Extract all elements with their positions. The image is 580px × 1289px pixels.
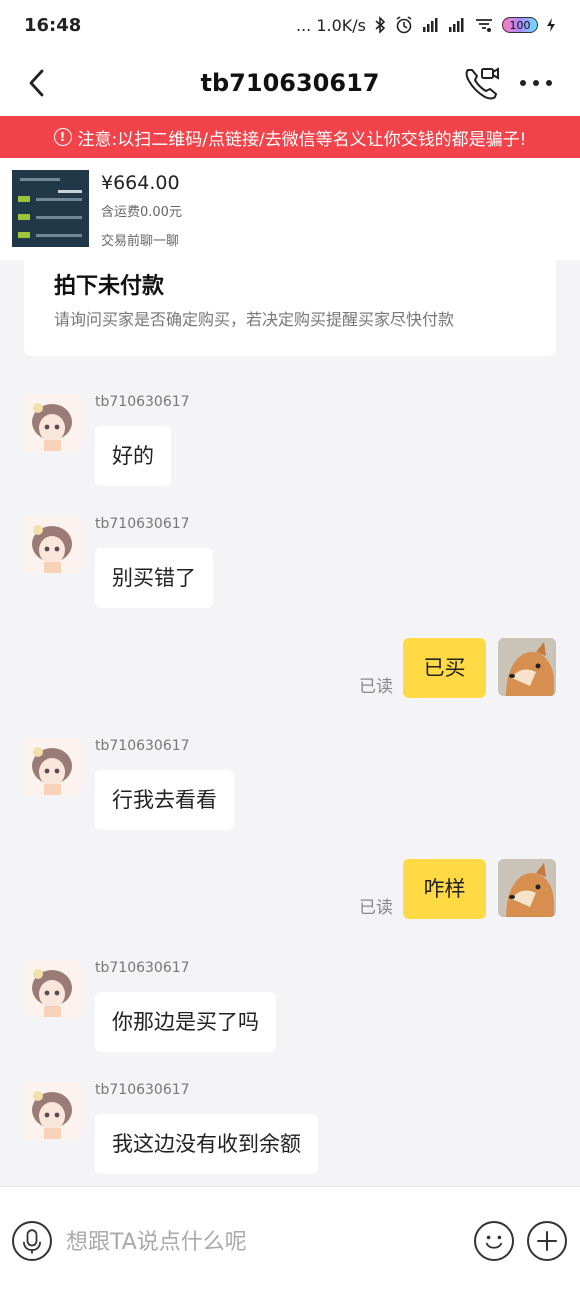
message-input[interactable] bbox=[66, 1225, 456, 1259]
partner-avatar[interactable] bbox=[24, 516, 81, 573]
message-bubble[interactable]: 好的 bbox=[95, 426, 171, 486]
nav-bar: tb710630617 bbox=[0, 50, 580, 116]
battery-icon: 100 bbox=[502, 17, 538, 33]
status-bar: 16:48 ... 1.0K/s 100 bbox=[0, 0, 580, 50]
product-price: ¥664.00 bbox=[101, 172, 180, 194]
wifi-icon bbox=[476, 19, 492, 32]
chat-area[interactable]: 拍下未付款 请询问买家是否确定购买，若决定购买提醒买家尽快付款 tb710630… bbox=[0, 260, 580, 1186]
partner-avatar[interactable] bbox=[24, 960, 81, 1017]
more-icon[interactable] bbox=[518, 68, 554, 98]
sender-name: tb710630617 bbox=[95, 1082, 190, 1098]
product-thumbnail[interactable] bbox=[12, 170, 89, 247]
input-bar bbox=[0, 1186, 580, 1289]
notice-title: 拍下未付款 bbox=[54, 274, 165, 299]
read-status: 已读 bbox=[359, 898, 393, 918]
product-chat-hint: 交易前聊一聊 bbox=[101, 234, 180, 249]
partner-avatar[interactable] bbox=[24, 738, 81, 795]
status-icons: ... 1.0K/s 100 bbox=[296, 15, 556, 35]
thumb-detail bbox=[18, 232, 30, 238]
alarm-icon bbox=[396, 16, 412, 34]
my-message-bubble[interactable]: 已买 bbox=[403, 638, 486, 698]
warning-banner: ! 注意:以扫二维码/点链接/去微信等名义让你交钱的都是骗子! bbox=[0, 116, 580, 158]
thumb-detail bbox=[36, 198, 82, 201]
order-notice-card: 拍下未付款 请询问买家是否确定购买，若决定购买提醒买家尽快付款 bbox=[24, 260, 556, 356]
notice-text: 请询问买家是否确定购买，若决定购买提醒买家尽快付款 bbox=[54, 310, 455, 329]
message-bubble[interactable]: 行我去看看 bbox=[95, 770, 234, 830]
emoji-icon[interactable] bbox=[474, 1221, 514, 1261]
signal-icon bbox=[449, 18, 464, 32]
partner-avatar[interactable] bbox=[24, 394, 81, 451]
thumb-detail bbox=[18, 196, 30, 202]
thumb-detail bbox=[58, 190, 82, 193]
sender-name: tb710630617 bbox=[95, 960, 190, 976]
message-bubble[interactable]: 我这边没有收到余额 bbox=[95, 1114, 318, 1174]
thumb-detail bbox=[36, 216, 82, 219]
status-time: 16:48 bbox=[24, 14, 82, 36]
phone-video-icon[interactable] bbox=[462, 64, 502, 104]
product-card[interactable]: ¥664.00 含运费0.00元 交易前聊一聊 bbox=[0, 158, 580, 260]
microphone-icon[interactable] bbox=[12, 1221, 52, 1261]
product-shipping: 含运费0.00元 bbox=[101, 205, 182, 220]
my-avatar[interactable] bbox=[498, 859, 556, 917]
thumb-detail bbox=[36, 234, 82, 237]
warning-text: 注意:以扫二维码/点链接/去微信等名义让你交钱的都是骗子! bbox=[77, 129, 527, 150]
sender-name: tb710630617 bbox=[95, 394, 190, 410]
thumb-detail bbox=[18, 214, 30, 220]
exclamation-circle-icon: ! bbox=[53, 128, 72, 146]
sender-name: tb710630617 bbox=[95, 516, 190, 532]
charging-icon bbox=[547, 18, 555, 32]
my-avatar[interactable] bbox=[498, 638, 556, 696]
message-bubble[interactable]: 别买错了 bbox=[95, 548, 213, 608]
read-status: 已读 bbox=[359, 677, 393, 697]
plus-icon[interactable] bbox=[527, 1221, 567, 1261]
my-message-bubble[interactable]: 咋样 bbox=[403, 859, 486, 919]
bluetooth-icon bbox=[375, 16, 386, 34]
signal-icon bbox=[423, 18, 438, 32]
network-speed: ... 1.0K/s bbox=[295, 15, 366, 35]
message-bubble[interactable]: 你那边是买了吗 bbox=[95, 992, 276, 1052]
partner-avatar[interactable] bbox=[24, 1082, 81, 1139]
back-arrow-icon[interactable] bbox=[22, 66, 52, 100]
thumb-detail bbox=[20, 178, 60, 181]
sender-name: tb710630617 bbox=[95, 738, 190, 754]
